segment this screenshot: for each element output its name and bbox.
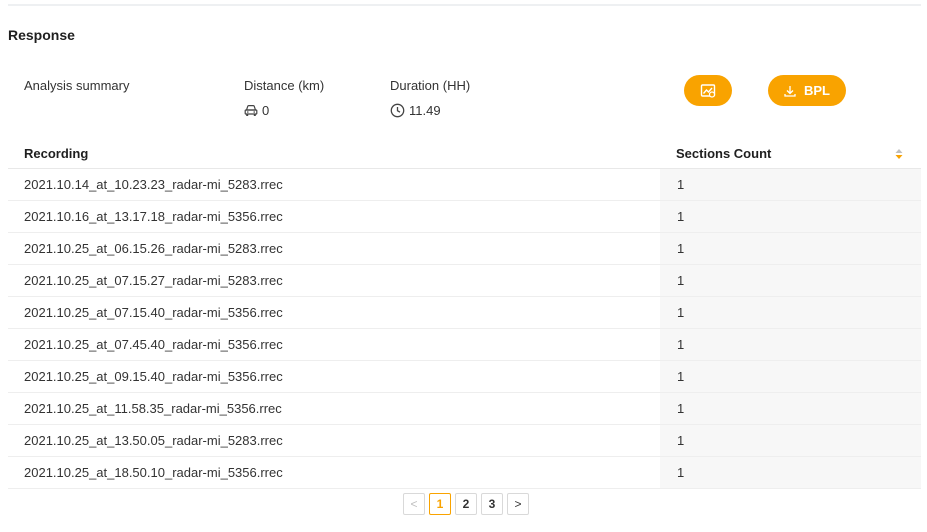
table-row[interactable]: 2021.10.25_at_11.58.35_radar-mi_5356.rre… bbox=[8, 393, 921, 425]
distance-metric: Distance (km) 0 bbox=[244, 78, 324, 118]
table-row[interactable]: 2021.10.25_at_06.15.26_radar-mi_5283.rre… bbox=[8, 233, 921, 265]
download-icon bbox=[784, 85, 796, 97]
table-header: Recording Sections Count bbox=[8, 138, 921, 169]
page-1-button[interactable]: 1 bbox=[429, 493, 451, 515]
sections-count-cell: 1 bbox=[660, 169, 921, 200]
recording-cell: 2021.10.25_at_07.45.40_radar-mi_5356.rre… bbox=[24, 337, 283, 352]
recording-cell: 2021.10.25_at_18.50.10_radar-mi_5356.rre… bbox=[24, 465, 283, 480]
analysis-summary-label: Analysis summary bbox=[24, 78, 130, 93]
clock-icon bbox=[390, 103, 405, 118]
recording-cell: 2021.10.25_at_07.15.27_radar-mi_5283.rre… bbox=[24, 273, 283, 288]
sort-icon[interactable] bbox=[895, 148, 903, 160]
recording-cell: 2021.10.25_at_11.58.35_radar-mi_5356.rre… bbox=[24, 401, 282, 416]
section-title: Response bbox=[8, 27, 75, 43]
duration-label: Duration (HH) bbox=[390, 78, 471, 93]
sections-count-cell: 1 bbox=[660, 265, 921, 296]
recording-cell: 2021.10.25_at_06.15.26_radar-mi_5283.rre… bbox=[24, 241, 283, 256]
recording-cell: 2021.10.14_at_10.23.23_radar-mi_5283.rre… bbox=[24, 177, 283, 192]
duration-value: 11.49 bbox=[409, 103, 441, 118]
distance-label: Distance (km) bbox=[244, 78, 325, 93]
recording-cell: 2021.10.25_at_07.15.40_radar-mi_5356.rre… bbox=[24, 305, 283, 320]
next-page-button[interactable]: > bbox=[507, 493, 529, 515]
duration-metric: Duration (HH) 11.49 bbox=[390, 78, 470, 118]
sections-count-cell: 1 bbox=[660, 457, 921, 488]
table-row[interactable]: 2021.10.25_at_07.15.27_radar-mi_5283.rre… bbox=[8, 265, 921, 297]
sections-count-cell: 1 bbox=[660, 233, 921, 264]
distance-value: 0 bbox=[262, 103, 270, 118]
sections-count-cell: 1 bbox=[660, 393, 921, 424]
chart-image-icon bbox=[700, 83, 716, 98]
table-row[interactable]: 2021.10.25_at_13.50.05_radar-mi_5283.rre… bbox=[8, 425, 921, 457]
sections-count-cell: 1 bbox=[660, 297, 921, 328]
page-3-button[interactable]: 3 bbox=[481, 493, 503, 515]
sections-count-cell: 1 bbox=[660, 361, 921, 392]
sections-count-cell: 1 bbox=[660, 201, 921, 232]
recording-column-header: Recording bbox=[24, 145, 89, 161]
table-body: 2021.10.14_at_10.23.23_radar-mi_5283.rre… bbox=[8, 169, 921, 489]
recordings-table: Recording Sections Count 2021.10.14_at_1… bbox=[8, 138, 921, 489]
table-row[interactable]: 2021.10.16_at_13.17.18_radar-mi_5356.rre… bbox=[8, 201, 921, 233]
bpl-button-label: BPL bbox=[804, 83, 830, 98]
prev-page-button[interactable]: < bbox=[403, 493, 425, 515]
page-2-button[interactable]: 2 bbox=[455, 493, 477, 515]
table-row[interactable]: 2021.10.25_at_07.45.40_radar-mi_5356.rre… bbox=[8, 329, 921, 361]
pagination: < 1 2 3 > bbox=[403, 493, 529, 515]
chart-image-button[interactable] bbox=[684, 75, 732, 106]
table-row[interactable]: 2021.10.25_at_09.15.40_radar-mi_5356.rre… bbox=[8, 361, 921, 393]
car-icon bbox=[244, 105, 258, 116]
table-row[interactable]: 2021.10.25_at_18.50.10_radar-mi_5356.rre… bbox=[8, 457, 921, 489]
top-divider bbox=[8, 4, 921, 6]
sections-count-cell: 1 bbox=[660, 425, 921, 456]
table-row[interactable]: 2021.10.14_at_10.23.23_radar-mi_5283.rre… bbox=[8, 169, 921, 201]
recording-cell: 2021.10.25_at_13.50.05_radar-mi_5283.rre… bbox=[24, 433, 283, 448]
bpl-download-button[interactable]: BPL bbox=[768, 75, 846, 106]
recording-cell: 2021.10.16_at_13.17.18_radar-mi_5356.rre… bbox=[24, 209, 283, 224]
sections-count-header-label: Sections Count bbox=[676, 145, 772, 161]
sections-count-column-header[interactable]: Sections Count bbox=[660, 146, 921, 161]
recording-cell: 2021.10.25_at_09.15.40_radar-mi_5356.rre… bbox=[24, 369, 283, 384]
sections-count-cell: 1 bbox=[660, 329, 921, 360]
table-row[interactable]: 2021.10.25_at_07.15.40_radar-mi_5356.rre… bbox=[8, 297, 921, 329]
